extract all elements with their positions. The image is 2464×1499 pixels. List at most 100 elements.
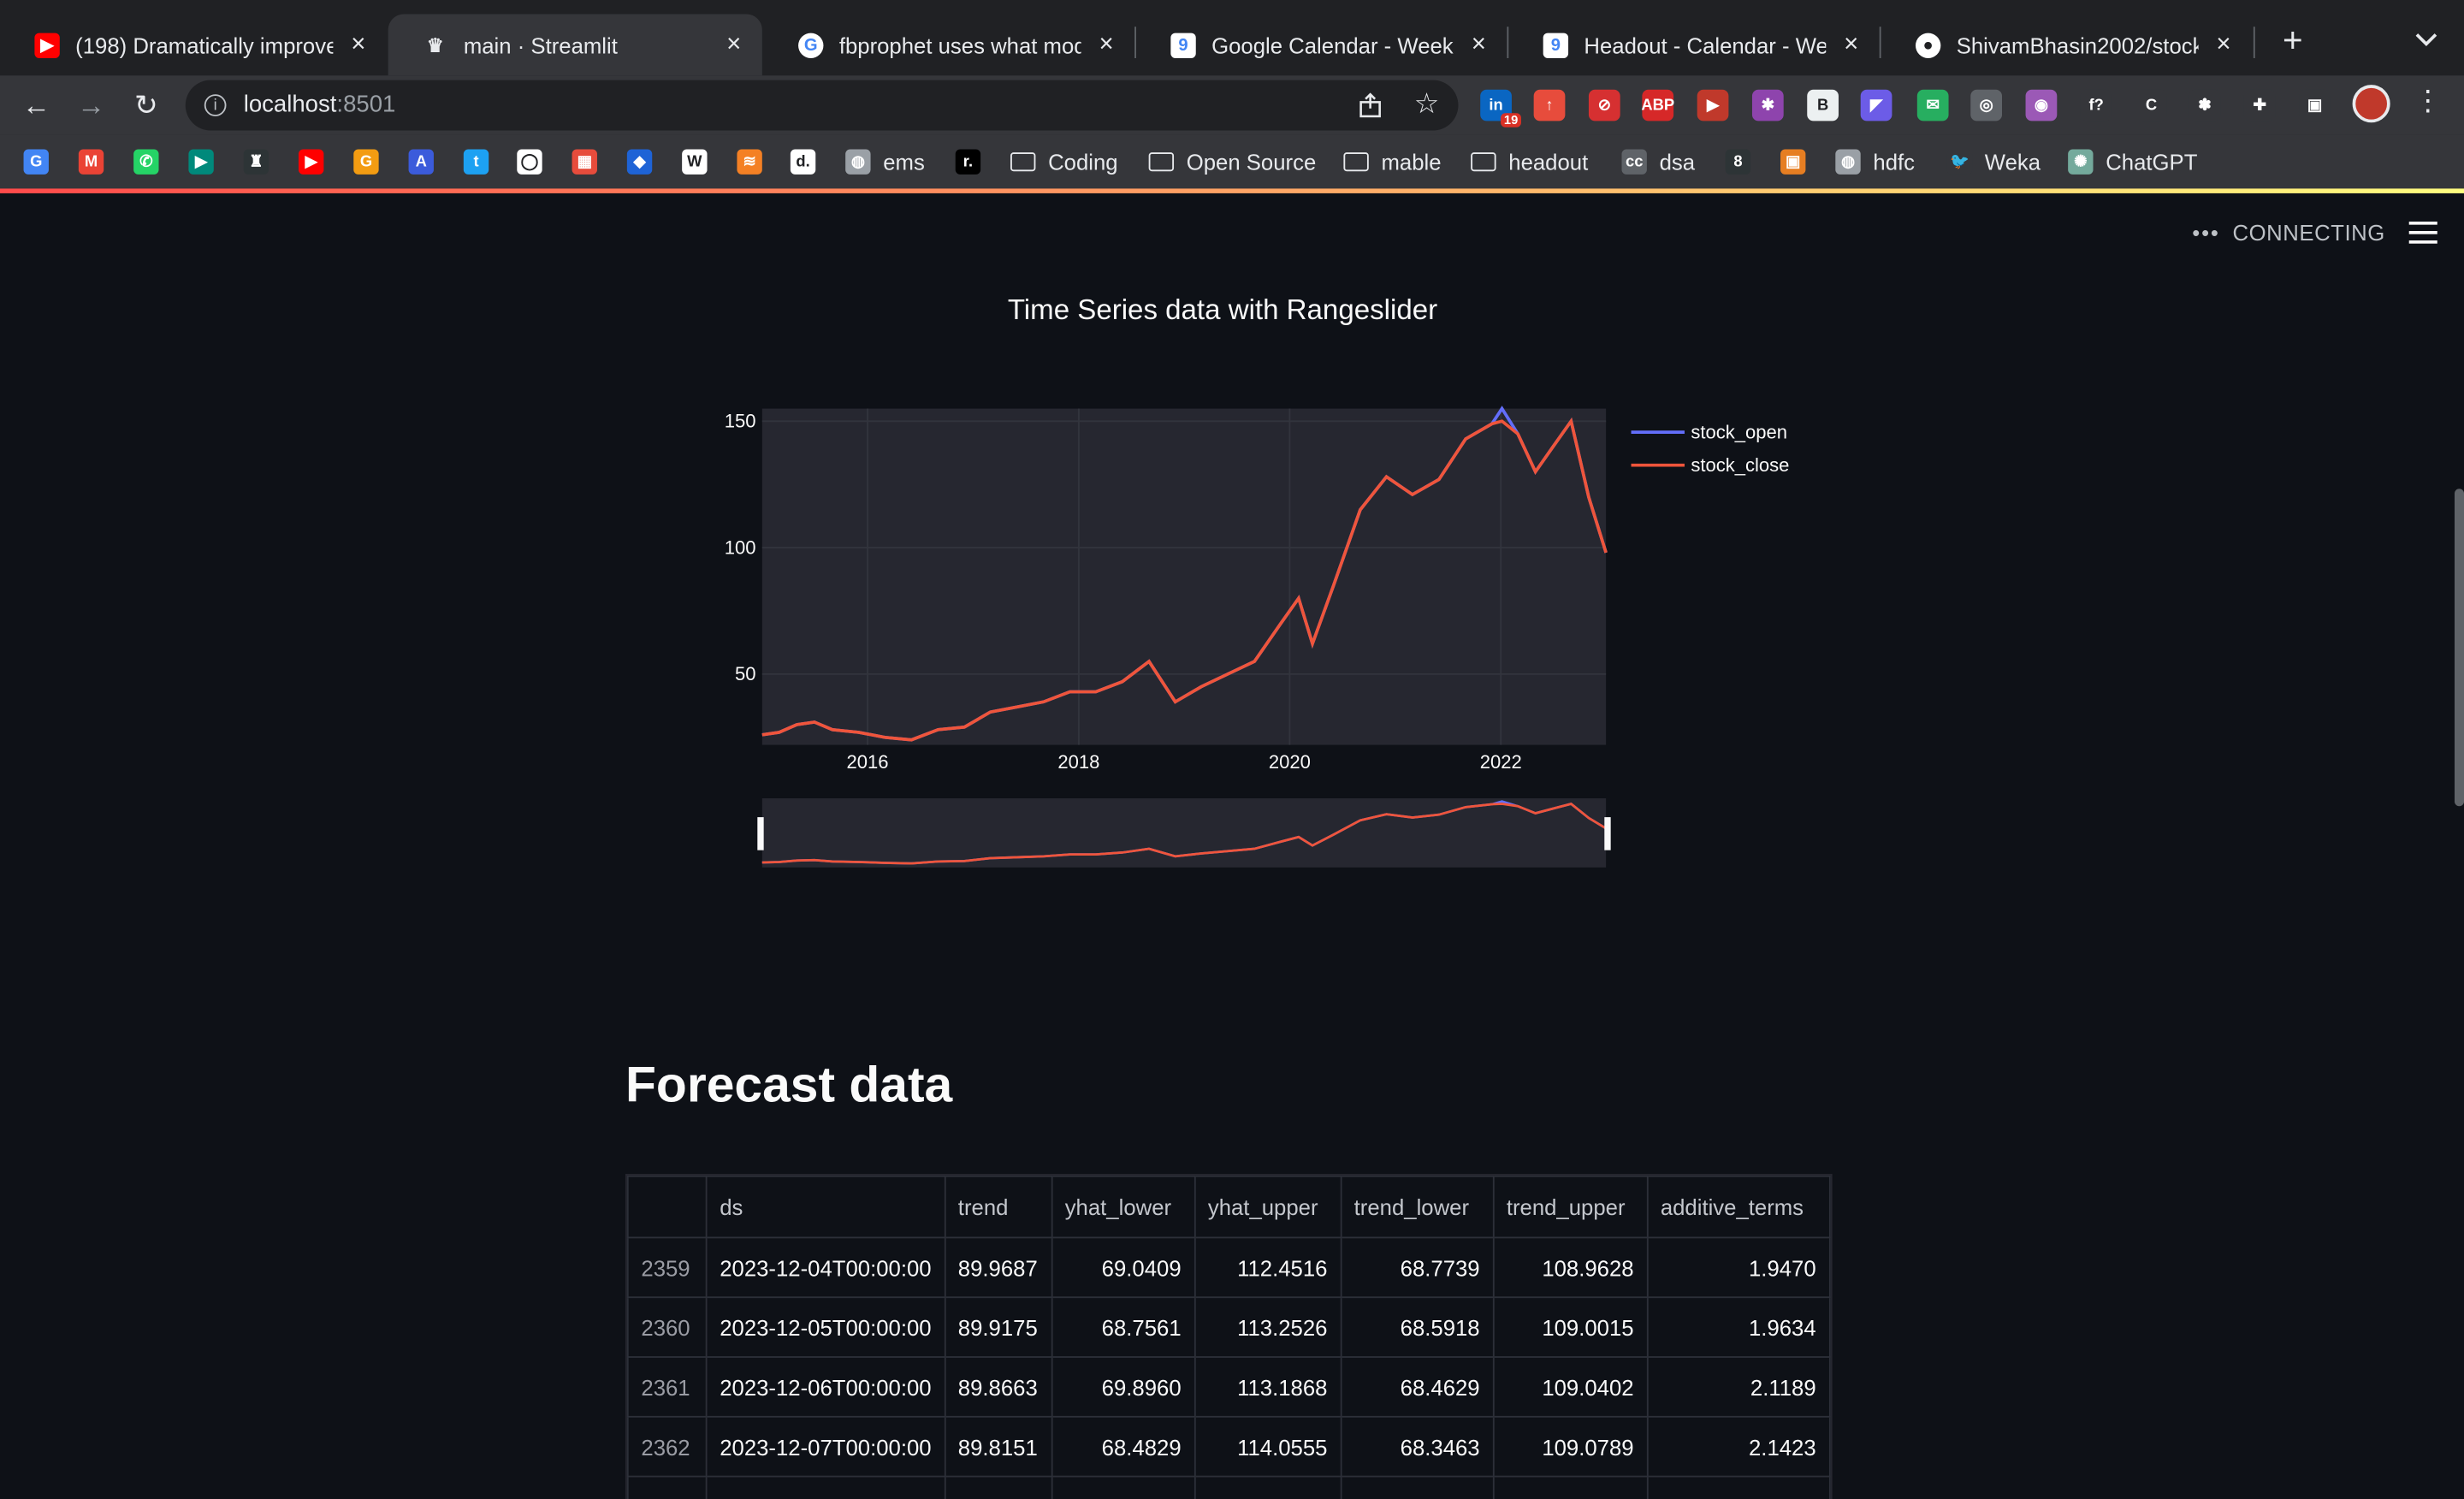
target-ext-icon[interactable]: ◎: [1970, 89, 2003, 121]
c-ext-icon[interactable]: C: [2135, 89, 2167, 121]
bookmark-item[interactable]: r.: [955, 148, 993, 176]
legend-label[interactable]: stock_open: [1691, 421, 1787, 442]
table-cell[interactable]: 89.7639: [944, 1475, 1053, 1499]
share-icon[interactable]: [1358, 92, 1383, 118]
tab-headout-calendar[interactable]: 9 Headout - Calendar - Week ×: [1508, 15, 1879, 76]
table-cell[interactable]: [1828, 1475, 1831, 1499]
table-cell[interactable]: 69.0409: [1051, 1236, 1196, 1299]
page-scrollbar[interactable]: [2454, 489, 2464, 807]
table-cell[interactable]: 2.1189: [1646, 1356, 1831, 1418]
table-row[interactable]: 2361 2023-12-06T00:00:00 89.8663 69.8960 113…: [626, 1356, 1831, 1418]
bookmark-item[interactable]: headout: [1471, 148, 1588, 176]
b-ext-icon[interactable]: B: [1807, 89, 1839, 121]
hamburger-menu-icon[interactable]: [2408, 221, 2437, 244]
table-cell[interactable]: [1828, 1296, 1831, 1358]
table-cell[interactable]: 114.0555: [1194, 1415, 1342, 1478]
video-ext-icon[interactable]: ▶: [1697, 89, 1729, 121]
table-cell[interactable]: 2023-12-08T00:00:00: [705, 1475, 946, 1499]
bookmark-item[interactable]: 8: [1725, 148, 1763, 176]
legend[interactable]: stock_open stock_close: [1631, 421, 1790, 476]
table-cell[interactable]: [1828, 1356, 1831, 1418]
purple-ext-icon[interactable]: ◉: [2025, 89, 2058, 121]
mail-ext-icon[interactable]: ✉: [1916, 89, 1949, 121]
close-icon[interactable]: ×: [1839, 32, 1863, 57]
bookmark-item[interactable]: ✆: [133, 148, 171, 176]
table-cell[interactable]: 89.8151: [944, 1415, 1053, 1478]
table-cell[interactable]: 109.0789: [1492, 1415, 1649, 1478]
tab-google-calendar[interactable]: 9 Google Calendar - Week of ×: [1136, 15, 1507, 76]
chevron-down-icon[interactable]: [2412, 25, 2440, 53]
table-cell[interactable]: 68.5918: [1340, 1296, 1495, 1358]
back-arrow-icon[interactable]: ←: [19, 88, 53, 122]
column-header[interactable]: trend: [944, 1175, 1053, 1239]
table-cell[interactable]: 2023-12-07T00:00:00: [705, 1415, 946, 1478]
table-cell[interactable]: 1.9470: [1646, 1236, 1831, 1299]
bookmark-item[interactable]: Open Source: [1148, 148, 1316, 176]
row-index[interactable]: 2361: [626, 1356, 708, 1418]
close-icon[interactable]: ×: [1093, 32, 1118, 57]
table-row[interactable]: 2362 2023-12-07T00:00:00 89.8151 68.4829 114…: [626, 1415, 1831, 1478]
table-cell[interactable]: 2023-12-04T00:00:00: [705, 1236, 946, 1299]
table-cell[interactable]: 68.4829: [1051, 1415, 1196, 1478]
bookmark-item[interactable]: t: [463, 148, 501, 176]
bug-ext-icon[interactable]: ✽: [2189, 89, 2221, 121]
function-ext-icon[interactable]: f?: [2080, 89, 2112, 121]
tab-youtube[interactable]: ▶ (198) Dramatically improve ×: [0, 15, 387, 76]
table-cell[interactable]: 1.9634: [1646, 1296, 1831, 1358]
forward-arrow-icon[interactable]: →: [74, 88, 108, 122]
bookmark-item[interactable]: cc dsa: [1621, 148, 1695, 176]
table-cell[interactable]: 2.1255: [1646, 1475, 1831, 1499]
table-cell[interactable]: 108.9628: [1492, 1236, 1649, 1299]
site-info-icon[interactable]: i: [204, 94, 227, 116]
table-cell[interactable]: 113.1868: [1194, 1356, 1342, 1418]
time-series-chart[interactable]: 50 100 150 2016 2018 2020 2022 stock_openstoc…: [691, 393, 1854, 896]
bookmark-star-icon[interactable]: ☆: [1414, 88, 1440, 121]
new-tab-icon[interactable]: +: [2274, 21, 2312, 60]
table-cell[interactable]: 89.9687: [944, 1236, 1053, 1299]
table-cell[interactable]: 68.7739: [1340, 1236, 1495, 1299]
close-icon[interactable]: ×: [2211, 32, 2236, 57]
table-row[interactable]: 23632023-12-08T00:00:0089.763968.5536113…: [626, 1475, 1831, 1499]
table-cell[interactable]: 109.0015: [1492, 1296, 1649, 1358]
table-cell[interactable]: 109.0402: [1492, 1356, 1649, 1418]
column-header[interactable]: yhat_upper: [1194, 1175, 1342, 1239]
bookmark-item[interactable]: G: [353, 148, 391, 176]
bookmark-item[interactable]: ▦: [572, 148, 610, 176]
reload-icon[interactable]: ↻: [129, 88, 163, 122]
table-row[interactable]: 2359 2023-12-04T00:00:00 89.9687 69.0409 112…: [626, 1236, 1831, 1299]
color-ext-icon[interactable]: ✱: [1751, 89, 1784, 121]
row-index[interactable]: 2359: [626, 1236, 708, 1299]
rangeslider-handle-right[interactable]: [1604, 817, 1611, 850]
table-cell[interactable]: 89.8663: [944, 1356, 1053, 1418]
bookmark-item[interactable]: Coding: [1010, 148, 1118, 176]
table-cell[interactable]: 69.8960: [1051, 1356, 1196, 1418]
table-cell[interactable]: 68.3463: [1340, 1415, 1495, 1478]
rangeslider-handle-left[interactable]: [757, 817, 764, 850]
flag-ext-icon[interactable]: ◤: [1860, 89, 1892, 121]
url-text[interactable]: localhost:8501: [244, 92, 396, 118]
bookmark-item[interactable]: W: [682, 148, 720, 176]
address-bar[interactable]: i localhost:8501 ☆: [185, 80, 1459, 131]
close-icon[interactable]: ×: [721, 32, 746, 57]
bookmark-item[interactable]: ◍ ems: [845, 148, 925, 176]
puzzle-ext-icon[interactable]: ✚: [2243, 89, 2276, 121]
bookmark-item[interactable]: ▶: [298, 148, 336, 176]
tab-github[interactable]: ● ShivamBhasin2002/stock-s ×: [1881, 15, 2252, 76]
row-index[interactable]: 2362: [626, 1415, 708, 1478]
table-cell[interactable]: 68.2297: [1340, 1475, 1495, 1499]
bookmark-item[interactable]: M: [78, 148, 116, 176]
table-cell[interactable]: 113.8716: [1194, 1475, 1342, 1499]
bookmark-item[interactable]: ◆: [626, 148, 665, 176]
table-cell[interactable]: [1828, 1415, 1831, 1478]
bookmark-item[interactable]: A: [408, 148, 447, 176]
bookmark-item[interactable]: ≋: [737, 148, 774, 176]
row-index[interactable]: 2363: [626, 1475, 708, 1499]
row-index[interactable]: 2360: [626, 1296, 708, 1358]
linkedin-ext-icon[interactable]: in 19: [1480, 89, 1521, 127]
column-header[interactable]: ds: [705, 1175, 946, 1239]
column-header[interactable]: trend_lower: [1340, 1175, 1495, 1239]
table-cell[interactable]: 2023-12-05T00:00:00: [705, 1296, 946, 1358]
table-row[interactable]: 2360 2023-12-05T00:00:00 89.9175 68.7561 113…: [626, 1296, 1831, 1358]
bookmark-item[interactable]: ♜: [243, 148, 281, 176]
bookmark-item[interactable]: G: [23, 148, 62, 176]
